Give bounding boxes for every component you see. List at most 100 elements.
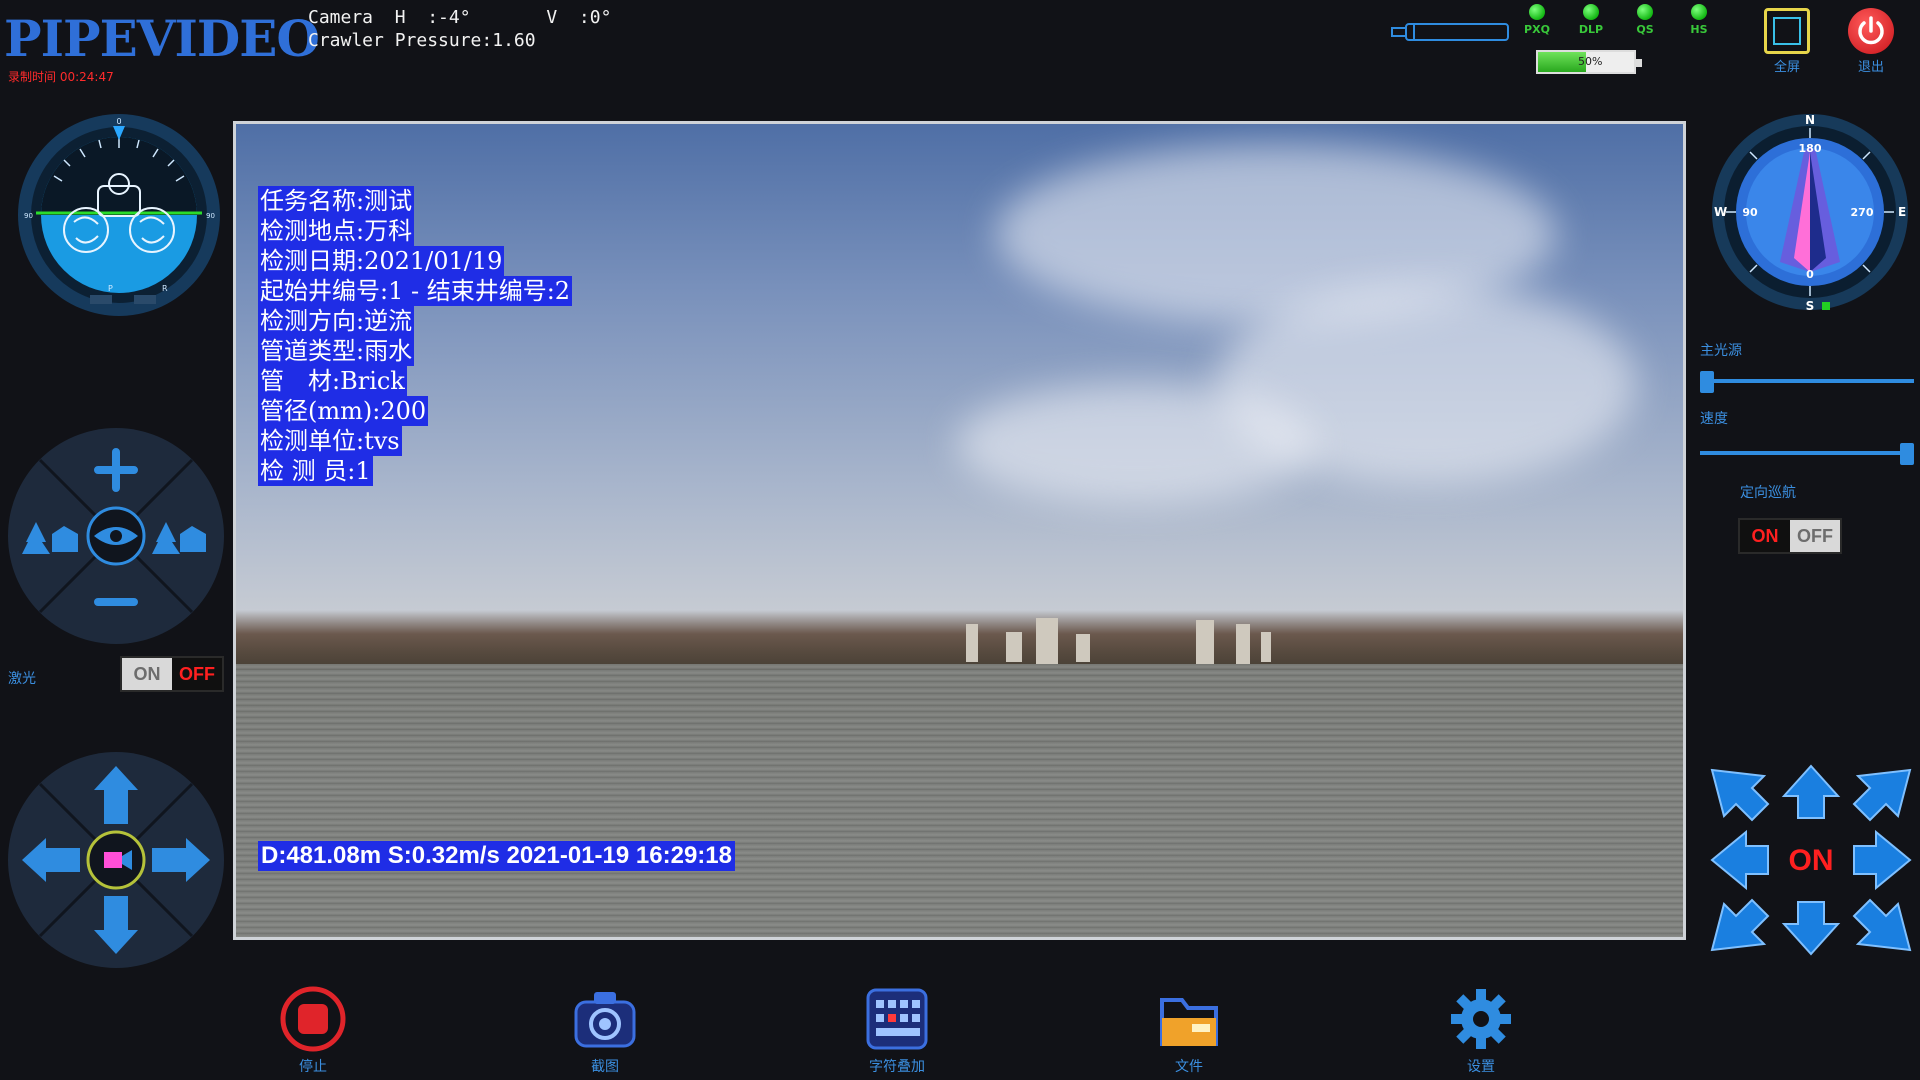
osd-line: 检测日期:2021/01/19 bbox=[258, 246, 505, 276]
right-button[interactable] bbox=[1853, 829, 1912, 891]
forward-left-button[interactable] bbox=[1710, 768, 1770, 822]
building bbox=[966, 624, 978, 662]
screenshot-button[interactable]: 截图 bbox=[545, 984, 665, 1076]
osd-line: 任务名称:测试 bbox=[258, 186, 415, 216]
forward-right-button[interactable] bbox=[1852, 768, 1912, 822]
exit-button[interactable]: 退出 bbox=[1841, 8, 1901, 75]
osd-distance-speed-timestamp: D:481.08m S:0.32m/s 2021-01-19 16:29:18 bbox=[258, 841, 735, 871]
crawler-on-indicator[interactable]: ON bbox=[1789, 844, 1834, 877]
cruise-on-option[interactable]: ON bbox=[1740, 520, 1790, 552]
compass-e: E bbox=[1898, 205, 1906, 219]
main-light-label: 主光源 bbox=[1700, 343, 1742, 359]
stop-icon bbox=[278, 984, 348, 1054]
osd-line: 检 测 员:1 bbox=[258, 456, 373, 486]
crawler-direction-pad: ON bbox=[1710, 764, 1912, 956]
building bbox=[1236, 624, 1250, 664]
settings-button[interactable]: 设置 bbox=[1421, 984, 1541, 1076]
compass-s: S bbox=[1806, 299, 1815, 312]
folder-icon bbox=[1154, 984, 1224, 1054]
led-dlp: DLP bbox=[1564, 4, 1618, 36]
building bbox=[1036, 618, 1058, 664]
recording-time: 录制时间 00:24:47 bbox=[8, 70, 114, 84]
compass-deg-0: 0 bbox=[1806, 268, 1814, 281]
led-pxq-label: PXQ bbox=[1524, 23, 1550, 36]
laser-label: 激光 bbox=[8, 671, 36, 687]
building bbox=[1076, 634, 1090, 662]
led-pxq-dot bbox=[1529, 4, 1545, 20]
auto-focus-button[interactable] bbox=[86, 506, 146, 566]
gauge-left-mark: 90 bbox=[24, 212, 33, 220]
battery-percent: 50% bbox=[1578, 55, 1603, 68]
cruise-off-option[interactable]: OFF bbox=[1790, 520, 1840, 552]
gear-icon bbox=[1446, 984, 1516, 1054]
osd-line: 检测方向:逆流 bbox=[258, 306, 415, 336]
video-feed[interactable]: 任务名称:测试 检测地点:万科 检测日期:2021/01/19 起始井编号:1 … bbox=[233, 121, 1686, 940]
osd-overlay: 任务名称:测试 检测地点:万科 检测日期:2021/01/19 起始井编号:1 … bbox=[258, 186, 573, 486]
water-surface bbox=[236, 664, 1683, 937]
led-hs-label: HS bbox=[1690, 23, 1708, 36]
osd-line: 管道类型:雨水 bbox=[258, 336, 415, 366]
pipe-tilt-indicator bbox=[1391, 23, 1509, 41]
keyboard-icon bbox=[862, 984, 932, 1054]
osd-line: 管 材:Brick bbox=[258, 366, 407, 396]
gauge-right-mark: 90 bbox=[206, 212, 215, 220]
led-hs: HS bbox=[1672, 4, 1726, 36]
laser-toggle[interactable]: ON OFF bbox=[120, 656, 224, 692]
led-dlp-dot bbox=[1583, 4, 1599, 20]
building bbox=[1261, 632, 1271, 662]
battery-indicator: 50% bbox=[1536, 50, 1642, 74]
cruise-toggle[interactable]: ON OFF bbox=[1738, 518, 1842, 554]
app-logo: PIPEVIDEO bbox=[4, 9, 320, 68]
cruise-label: 定向巡航 bbox=[1740, 485, 1796, 501]
cloud-c bbox=[956, 384, 1316, 504]
status-leds: PXQ DLP QS HS bbox=[1510, 4, 1726, 36]
speed-thumb[interactable] bbox=[1900, 443, 1914, 465]
camera-angle-readout: Camera H :-4° V :0° bbox=[308, 7, 612, 28]
screenshot-label: 截图 bbox=[591, 1059, 619, 1075]
main-light-thumb[interactable] bbox=[1700, 371, 1714, 393]
camera-snapshot-icon bbox=[570, 984, 640, 1054]
attitude-gauge: 0 90 90 P R bbox=[18, 114, 220, 316]
speed-label: 速度 bbox=[1700, 411, 1728, 427]
led-dlp-label: DLP bbox=[1578, 23, 1604, 36]
battery-cap bbox=[1636, 59, 1642, 67]
exit-label: 退出 bbox=[1857, 60, 1884, 75]
building bbox=[1006, 632, 1022, 662]
osd-line: 起始井编号:1 - 结束井编号:2 bbox=[258, 276, 573, 306]
forward-button[interactable] bbox=[1781, 764, 1841, 819]
tree-line bbox=[236, 610, 1683, 670]
main-light-track[interactable] bbox=[1700, 379, 1914, 383]
stop-label: 停止 bbox=[299, 1059, 327, 1075]
text-overlay-button[interactable]: 字符叠加 bbox=[837, 984, 957, 1076]
backward-left-button[interactable] bbox=[1710, 898, 1770, 952]
building bbox=[1196, 620, 1214, 664]
osd-line: 检测单位:tvs bbox=[258, 426, 402, 456]
laser-on-option[interactable]: ON bbox=[122, 658, 172, 690]
power-icon bbox=[1848, 8, 1894, 54]
gauge-p-label: P bbox=[108, 284, 113, 293]
fullscreen-button[interactable]: 全屏 bbox=[1757, 8, 1817, 75]
gauge-r-label: R bbox=[162, 284, 168, 293]
left-button[interactable] bbox=[1710, 829, 1769, 891]
fullscreen-label: 全屏 bbox=[1773, 60, 1800, 75]
led-hs-dot bbox=[1691, 4, 1707, 20]
compass-deg-180: 180 bbox=[1799, 142, 1822, 155]
backward-button[interactable] bbox=[1781, 901, 1841, 956]
files-label: 文件 bbox=[1175, 1059, 1203, 1075]
led-qs-dot bbox=[1637, 4, 1653, 20]
compass-n: N bbox=[1805, 113, 1815, 127]
stop-recording-button[interactable]: 停止 bbox=[253, 984, 373, 1076]
files-button[interactable]: 文件 bbox=[1129, 984, 1249, 1076]
led-qs-label: QS bbox=[1636, 23, 1654, 36]
telemetry-readout: Camera H :-4° V :0° Crawler Pressure:1.60 bbox=[308, 6, 611, 52]
osd-line: 管径(mm):200 bbox=[258, 396, 429, 426]
led-qs: QS bbox=[1618, 4, 1672, 36]
fullscreen-icon bbox=[1764, 8, 1810, 54]
compass-deg-90: 90 bbox=[1742, 206, 1758, 219]
speed-track[interactable] bbox=[1700, 451, 1914, 455]
osd-line: 检测地点:万科 bbox=[258, 216, 415, 246]
laser-off-option[interactable]: OFF bbox=[172, 658, 222, 690]
camera-reset-button[interactable] bbox=[86, 830, 146, 890]
backward-right-button[interactable] bbox=[1852, 898, 1912, 952]
settings-label: 设置 bbox=[1467, 1059, 1495, 1075]
